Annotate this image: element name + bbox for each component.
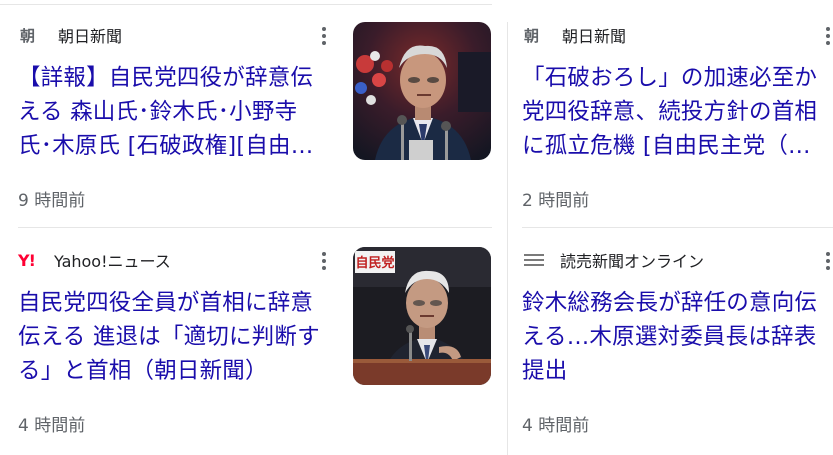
podium-sign-text: 自民党: [355, 255, 394, 271]
source-name: 朝日新聞: [562, 27, 627, 46]
headline-link[interactable]: 自民党四役全員が首相に辞意 伝える 進退は「適切に判断す る」と首相（朝日新聞）: [18, 286, 320, 388]
more-options-icon[interactable]: [321, 252, 327, 270]
source-name: Yahoo!ニュース: [54, 252, 171, 271]
man-at-press-conference-photo[interactable]: [353, 22, 491, 160]
news-card-3[interactable]: Y! Yahoo!ニュース 自民党四役全員が首相に辞意 伝える 進退は「適切に判…: [0, 228, 500, 455]
news-card-1[interactable]: 朝 朝日新聞 【詳報】自民党四役が辞意伝 える 森山氏･鈴木氏･小野寺 氏･木原…: [0, 0, 500, 226]
more-options-icon[interactable]: [321, 27, 327, 45]
news-card-4[interactable]: 読売新聞オンライン 鈴木総務会長が辞任の意向伝 える…木原選対委員長は辞表 提出…: [508, 228, 833, 455]
news-card-2[interactable]: 朝 朝日新聞 「石破おろし」の加速必至か 党四役辞意、続投方針の首相 に孤立危機…: [508, 0, 833, 226]
timestamp: 4 時間前: [522, 416, 590, 436]
yahoo-logo-icon: Y!: [18, 250, 36, 270]
man-at-podium-photo[interactable]: 自民党: [353, 247, 491, 385]
source-row: 朝 朝日新聞: [20, 24, 123, 47]
source-name: 朝日新聞: [58, 27, 123, 46]
source-row: 読売新聞オンライン: [524, 249, 704, 271]
asahi-logo-icon: 朝: [20, 26, 36, 45]
timestamp: 9 時間前: [18, 191, 86, 211]
source-row: 朝 朝日新聞: [524, 24, 627, 47]
timestamp: 4 時間前: [18, 416, 86, 436]
timestamp: 2 時間前: [522, 191, 590, 211]
more-options-icon[interactable]: [825, 27, 831, 45]
headline-link[interactable]: 鈴木総務会長が辞任の意向伝 える…木原選対委員長は辞表 提出: [522, 286, 817, 388]
yomiuri-logo-icon: [524, 254, 544, 266]
headline-link[interactable]: 【詳報】自民党四役が辞意伝 える 森山氏･鈴木氏･小野寺 氏･木原氏 [石破政権…: [18, 61, 313, 163]
headline-link[interactable]: 「石破おろし」の加速必至か 党四役辞意、続投方針の首相 に孤立危機 [自由民主党…: [522, 61, 817, 163]
source-row: Y! Yahoo!ニュース: [18, 249, 171, 272]
more-options-icon[interactable]: [825, 252, 831, 270]
asahi-logo-icon: 朝: [524, 26, 540, 45]
source-name: 読売新聞オンライン: [560, 252, 705, 271]
